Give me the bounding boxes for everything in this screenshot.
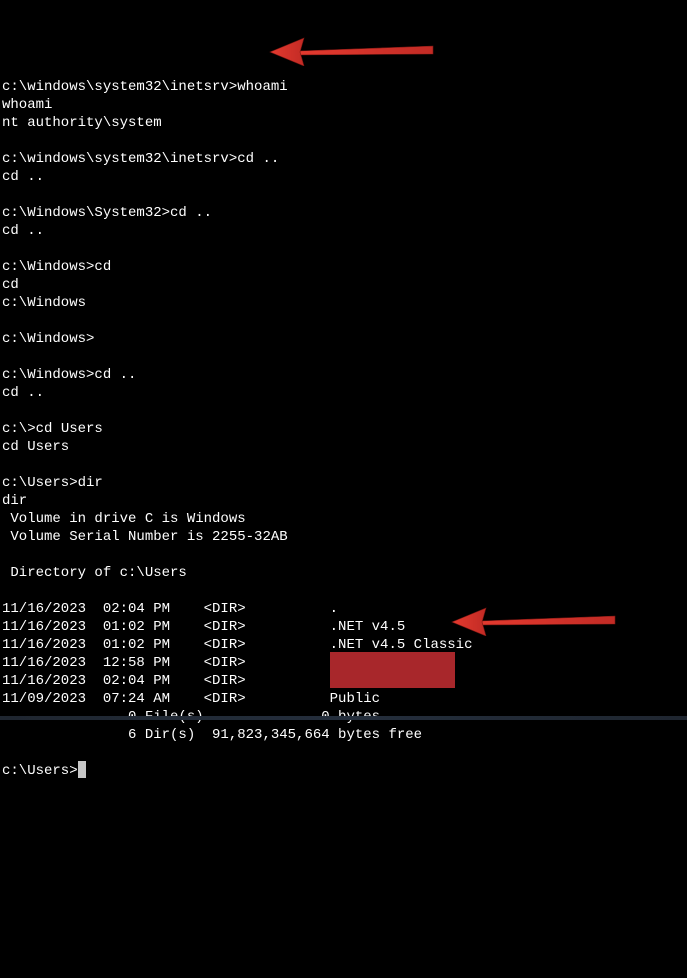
dir-entry: 11/16/2023 02:04 PM <DIR> . bbox=[2, 601, 338, 617]
output-line: Volume Serial Number is 2255-32AB bbox=[2, 529, 288, 545]
output-line: cd Users bbox=[2, 439, 69, 455]
command: cd .. bbox=[94, 367, 136, 383]
prompt: c:\windows\system32\inetsrv> bbox=[2, 79, 237, 95]
dir-entry: 11/16/2023 12:58 PM <DIR> bbox=[2, 655, 330, 671]
terminal-output: c:\windows\system32\inetsrv>whoami whoam… bbox=[2, 78, 685, 780]
prompt: c:\Users> bbox=[2, 475, 78, 491]
output-line: cd .. bbox=[2, 223, 44, 239]
output-line: Directory of c:\Users bbox=[2, 565, 187, 581]
dir-entry: 11/09/2023 07:24 AM <DIR> Public bbox=[2, 691, 380, 707]
prompt: c:\Windows\System32> bbox=[2, 205, 170, 221]
prompt: c:\> bbox=[2, 421, 36, 437]
dir-entry: 11/16/2023 02:04 PM <DIR> bbox=[2, 673, 330, 689]
redacted-folder bbox=[330, 652, 455, 670]
command: cd .. bbox=[170, 205, 212, 221]
dir-entry: 11/16/2023 01:02 PM <DIR> .NET v4.5 bbox=[2, 619, 405, 635]
prompt: c:\Windows> bbox=[2, 331, 94, 347]
command: cd Users bbox=[36, 421, 103, 437]
redacted-folder bbox=[330, 670, 455, 688]
output-line: cd .. bbox=[2, 385, 44, 401]
output-line: dir bbox=[2, 493, 27, 509]
output-line: Volume in drive C is Windows bbox=[2, 511, 246, 527]
command: cd bbox=[94, 259, 111, 275]
dir-summary: 6 Dir(s) 91,823,345,664 bytes free bbox=[2, 727, 422, 743]
window-border bbox=[0, 716, 687, 720]
dir-entry: 11/16/2023 01:02 PM <DIR> .NET v4.5 Clas… bbox=[2, 637, 472, 653]
output-line: whoami bbox=[2, 97, 52, 113]
prompt: c:\Windows> bbox=[2, 367, 94, 383]
output-line: nt authority\system bbox=[2, 115, 162, 131]
output-line: cd bbox=[2, 277, 19, 293]
command: dir bbox=[78, 475, 103, 491]
prompt: c:\windows\system32\inetsrv> bbox=[2, 151, 237, 167]
command: whoami bbox=[237, 79, 287, 95]
prompt: c:\Users> bbox=[2, 763, 78, 779]
command: cd .. bbox=[237, 151, 279, 167]
annotation-arrow-icon bbox=[268, 18, 438, 84]
output-line: cd .. bbox=[2, 169, 44, 185]
output-line: c:\Windows bbox=[2, 295, 86, 311]
prompt: c:\Windows> bbox=[2, 259, 94, 275]
cursor[interactable] bbox=[78, 761, 86, 778]
